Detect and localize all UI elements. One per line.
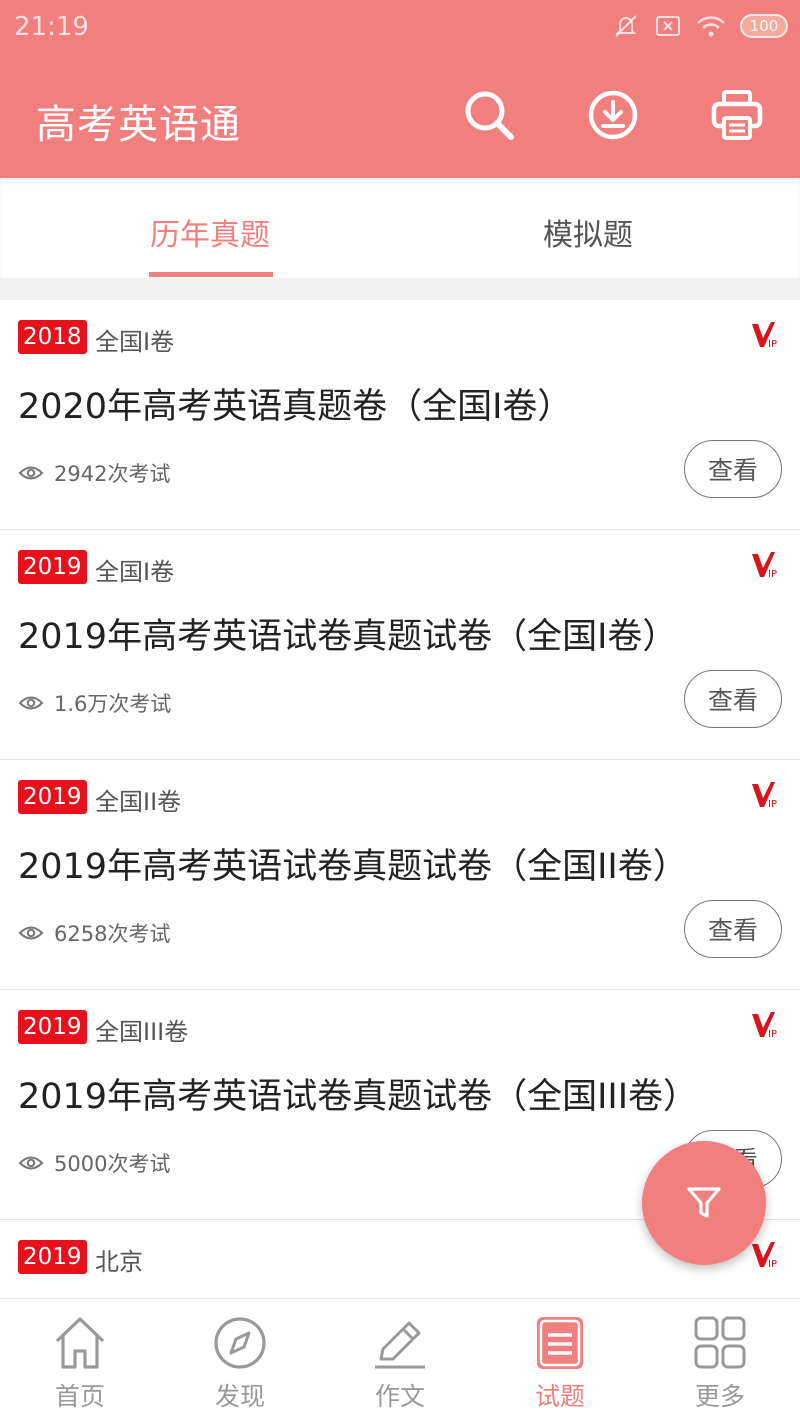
nav-exams[interactable]: 试题	[480, 1299, 640, 1423]
svg-text:IP: IP	[768, 1029, 777, 1040]
paper-title: 2019年高考英语试卷真题试卷（全国II卷）	[18, 847, 688, 887]
tab-past-exams[interactable]: 历年真题	[150, 210, 270, 254]
eye-icon	[18, 1156, 44, 1170]
pencil-icon	[375, 1321, 425, 1369]
nav-discover[interactable]: 发现	[160, 1299, 320, 1423]
vip-icon: IP	[752, 1242, 777, 1270]
svg-text:IP: IP	[768, 799, 777, 810]
sim-off-icon	[656, 16, 680, 36]
nav-label: 作文	[374, 1382, 425, 1411]
active-tab-indicator	[149, 272, 273, 277]
year-badge: 2019	[18, 1010, 87, 1044]
exam-list-icon	[537, 1317, 583, 1369]
nav-label: 首页	[54, 1382, 105, 1411]
nav-home[interactable]: 首页	[0, 1299, 160, 1423]
vip-icon: IP	[752, 552, 777, 580]
views-count: 1.6万次考试	[18, 688, 171, 718]
status-bar: 21:19 100	[0, 0, 800, 56]
tab-bar: 历年真题 模拟题	[0, 178, 800, 278]
svg-text:IP: IP	[768, 1259, 777, 1270]
eye-icon	[18, 926, 44, 940]
views-text: 5000次考试	[54, 1152, 171, 1176]
print-icon[interactable]	[710, 88, 764, 142]
vip-icon: IP	[752, 322, 777, 350]
app-title: 高考英语通	[36, 102, 241, 148]
views-text: 6258次考试	[54, 922, 171, 946]
search-icon[interactable]	[462, 88, 516, 142]
bottom-navigation: 首页 发现 作文 试题 更多	[0, 1298, 800, 1423]
views-text: 1.6万次考试	[54, 692, 172, 716]
year-badge: 2019	[18, 780, 87, 814]
view-button[interactable]: 查看	[684, 670, 782, 728]
paper-title: 2019年高考英语试卷真题试卷（全国I卷）	[18, 617, 678, 657]
wifi-icon	[697, 16, 725, 37]
filter-button[interactable]	[642, 1141, 766, 1265]
views-count: 2942次考试	[18, 458, 170, 488]
views-count: 5000次考试	[18, 1148, 170, 1178]
grid-icon	[694, 1316, 746, 1369]
paper-region: 全国I卷	[95, 328, 175, 356]
paper-card[interactable]: 2019 全国II卷 IP 2019年高考英语试卷真题试卷（全国II卷） 625…	[0, 760, 800, 990]
section-divider	[0, 278, 800, 300]
year-badge: 2019	[18, 550, 87, 584]
eye-icon	[18, 466, 44, 480]
status-time: 21:19	[14, 12, 89, 42]
home-icon	[55, 1317, 105, 1369]
paper-title: 2019年高考英语试卷真题试卷（全国III卷）	[18, 1077, 699, 1117]
nav-label: 发现	[214, 1382, 265, 1411]
paper-region: 全国II卷	[95, 788, 182, 816]
status-icons: 100	[612, 12, 788, 40]
nav-label: 更多	[694, 1382, 745, 1411]
paper-region: 全国III卷	[95, 1018, 189, 1046]
views-count: 6258次考试	[18, 918, 170, 948]
view-button[interactable]: 查看	[684, 440, 782, 498]
view-button[interactable]: 查看	[684, 900, 782, 958]
paper-card[interactable]: 2018 全国I卷 IP 2020年高考英语真题卷（全国I卷） 2942次考试 …	[0, 300, 800, 530]
nav-essay[interactable]: 作文	[320, 1299, 480, 1423]
compass-icon	[214, 1317, 266, 1369]
views-text: 2942次考试	[54, 462, 171, 486]
nav-more[interactable]: 更多	[640, 1299, 800, 1423]
battery-indicator: 100	[740, 14, 788, 38]
download-icon[interactable]	[586, 88, 640, 142]
svg-text:IP: IP	[768, 569, 777, 580]
filter-icon	[687, 1187, 721, 1218]
eye-icon	[18, 696, 44, 710]
svg-text:IP: IP	[768, 339, 777, 350]
vip-icon: IP	[752, 782, 777, 810]
paper-card[interactable]: 2019 全国I卷 IP 2019年高考英语试卷真题试卷（全国I卷） 1.6万次…	[0, 530, 800, 760]
paper-region: 全国I卷	[95, 558, 175, 586]
year-badge: 2019	[18, 1240, 87, 1274]
tab-mock-exams[interactable]: 模拟题	[543, 210, 633, 254]
paper-title: 2020年高考英语真题卷（全国I卷）	[18, 387, 573, 427]
year-badge: 2018	[18, 320, 87, 354]
vip-icon: IP	[752, 1012, 777, 1040]
nav-label: 试题	[534, 1382, 585, 1411]
mute-icon	[615, 15, 637, 37]
paper-region: 北京	[95, 1248, 143, 1276]
app-header: 21:19 100 高考英语通	[0, 0, 800, 178]
